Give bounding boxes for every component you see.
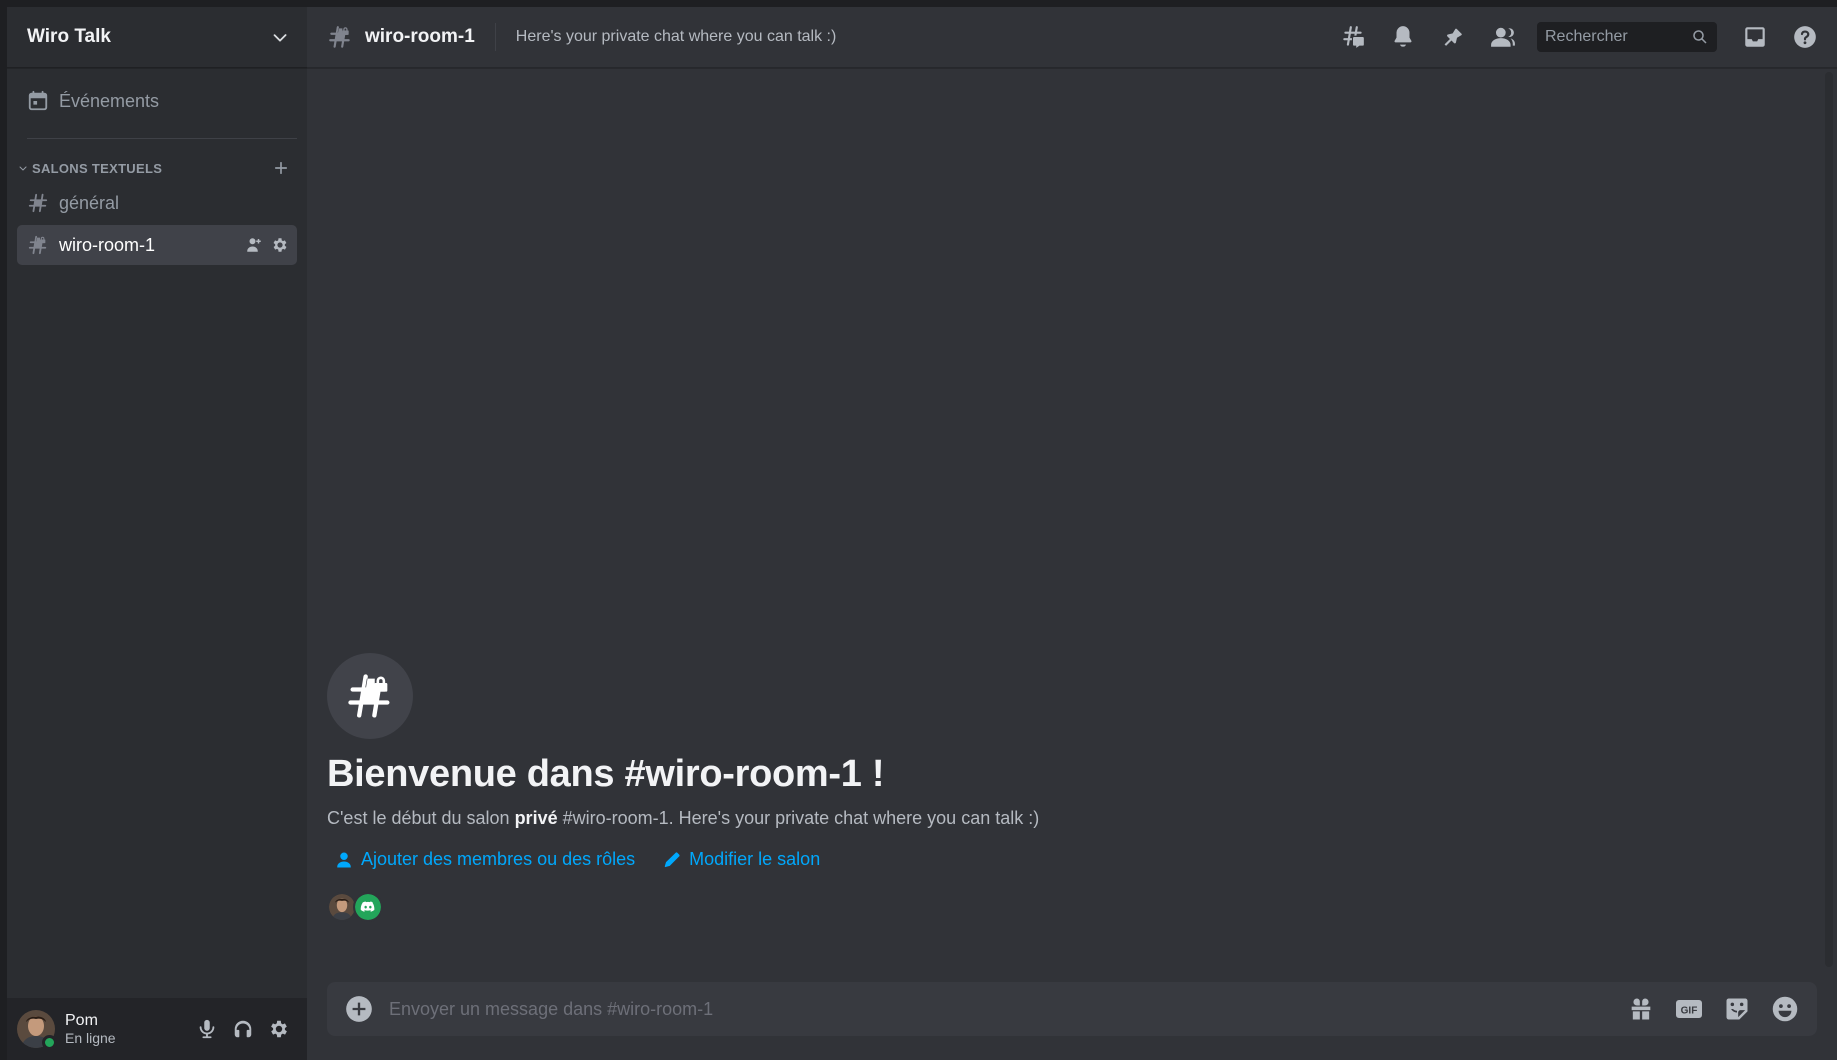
user-status: En ligne xyxy=(65,1030,116,1047)
header-divider xyxy=(494,23,496,51)
scrollbar[interactable] xyxy=(1825,72,1833,967)
help-button[interactable] xyxy=(1785,17,1825,57)
sidebar-item-events[interactable]: Événements xyxy=(17,76,297,126)
channel-member-avatars xyxy=(327,892,1797,922)
message-area: Bienvenue dans #wiro-room-1 ! C'est le d… xyxy=(307,68,1837,1060)
emoji-icon xyxy=(1772,996,1798,1022)
add-member-icon[interactable] xyxy=(245,236,263,254)
user-info[interactable]: Pom En ligne xyxy=(65,1011,189,1047)
message-composer: GIF xyxy=(327,982,1817,1036)
add-members-link[interactable]: Ajouter des membres ou des rôles xyxy=(335,849,635,870)
events-label: Événements xyxy=(59,90,160,111)
gif-label: GIF xyxy=(1681,1006,1698,1017)
category-label: SALONS TEXTUELS xyxy=(32,160,163,176)
sticker-icon xyxy=(1726,998,1748,1020)
hash-lock-icon xyxy=(329,26,350,48)
channel-list: Événements SALONS TEXTUELS général wiro-… xyxy=(7,68,307,998)
emoji-button[interactable] xyxy=(1765,989,1805,1029)
gear-icon xyxy=(271,1020,287,1038)
welcome-text-prefix: C'est le début du salon xyxy=(327,808,515,828)
welcome-text-suffix: #wiro-room-1. Here's your private chat w… xyxy=(557,808,1040,828)
channel-label: wiro-room-1 xyxy=(59,234,156,255)
server-header[interactable]: Wiro Talk xyxy=(7,7,307,68)
chevron-down-icon xyxy=(19,166,27,171)
chat-main: wiro-room-1 Here's your private chat whe… xyxy=(307,7,1837,1060)
welcome-description: C'est le début du salon privé #wiro-room… xyxy=(327,808,1797,829)
add-member-icon xyxy=(337,852,351,867)
members-icon xyxy=(1491,27,1515,47)
sidebar-item-wiro-room-1[interactable]: wiro-room-1 xyxy=(17,225,297,265)
channel-topic[interactable]: Here's your private chat where you can t… xyxy=(516,28,1323,46)
deafen-button[interactable] xyxy=(225,1011,261,1047)
threads-button[interactable] xyxy=(1333,17,1373,57)
sticker-button[interactable] xyxy=(1717,989,1757,1029)
channel-label: général xyxy=(59,192,120,213)
calendar-icon xyxy=(28,90,48,111)
inbox-button[interactable] xyxy=(1735,17,1775,57)
user-panel: Pom En ligne xyxy=(7,998,307,1060)
gif-button[interactable]: GIF xyxy=(1669,989,1709,1029)
channel-title: wiro-room-1 xyxy=(365,26,475,47)
message-input[interactable] xyxy=(389,998,1613,1020)
welcome-actions: Ajouter des membres ou des rôles Modifie… xyxy=(327,849,1797,870)
channel-header: wiro-room-1 Here's your private chat whe… xyxy=(307,7,1837,68)
plus-icon[interactable] xyxy=(271,158,291,178)
discord-icon xyxy=(360,901,375,912)
inbox-icon xyxy=(1745,27,1765,47)
user-name: Pom xyxy=(65,1012,98,1029)
bell-icon xyxy=(1394,26,1412,47)
search-icon xyxy=(1693,30,1707,44)
channel-welcome: Bienvenue dans #wiro-room-1 ! C'est le d… xyxy=(327,653,1797,922)
edit-channel-link[interactable]: Modifier le salon xyxy=(663,849,820,870)
add-circle-icon[interactable] xyxy=(345,995,373,1023)
search-input[interactable] xyxy=(1545,28,1691,46)
pencil-icon xyxy=(664,852,680,867)
sidebar-item-general[interactable]: général xyxy=(17,183,297,223)
help-icon xyxy=(1794,26,1816,48)
mic-icon xyxy=(199,1019,215,1039)
welcome-title: Bienvenue dans #wiro-room-1 ! xyxy=(327,753,885,795)
hash-icon xyxy=(28,193,48,213)
chevron-down-icon xyxy=(273,34,287,42)
server-name: Wiro Talk xyxy=(27,26,111,47)
threads-icon xyxy=(1343,26,1364,48)
gif-icon: GIF xyxy=(1676,1000,1702,1018)
online-status-dot xyxy=(42,1035,57,1050)
headphones-icon xyxy=(234,1020,252,1038)
sidebar-divider xyxy=(27,138,297,139)
notifications-button[interactable] xyxy=(1383,17,1423,57)
gift-button[interactable] xyxy=(1621,989,1661,1029)
pin-icon xyxy=(1444,28,1462,46)
channel-sidebar: Wiro Talk Événements SALONS TEXTUELS gén… xyxy=(7,7,307,1060)
discord-bot-avatar[interactable] xyxy=(353,892,383,922)
mute-button[interactable] xyxy=(189,1011,225,1047)
avatar[interactable] xyxy=(17,1010,57,1050)
welcome-text-bold: privé xyxy=(514,808,558,828)
add-members-label: Ajouter des membres ou des rôles xyxy=(361,849,636,869)
pinned-messages-button[interactable] xyxy=(1433,17,1473,57)
edit-channel-label: Modifier le salon xyxy=(689,849,821,869)
search-box[interactable] xyxy=(1537,22,1717,52)
member-list-button[interactable] xyxy=(1483,17,1523,57)
hash-lock-icon xyxy=(348,674,390,718)
gift-icon xyxy=(1631,998,1651,1020)
welcome-channel-icon xyxy=(327,653,413,739)
category-text-channels[interactable]: SALONS TEXTUELS xyxy=(17,155,297,181)
app-window: Wiro Talk Événements SALONS TEXTUELS gén… xyxy=(7,7,1837,1060)
hash-lock-icon xyxy=(28,235,47,255)
gear-icon[interactable] xyxy=(271,236,289,254)
user-settings-button[interactable] xyxy=(261,1011,297,1047)
